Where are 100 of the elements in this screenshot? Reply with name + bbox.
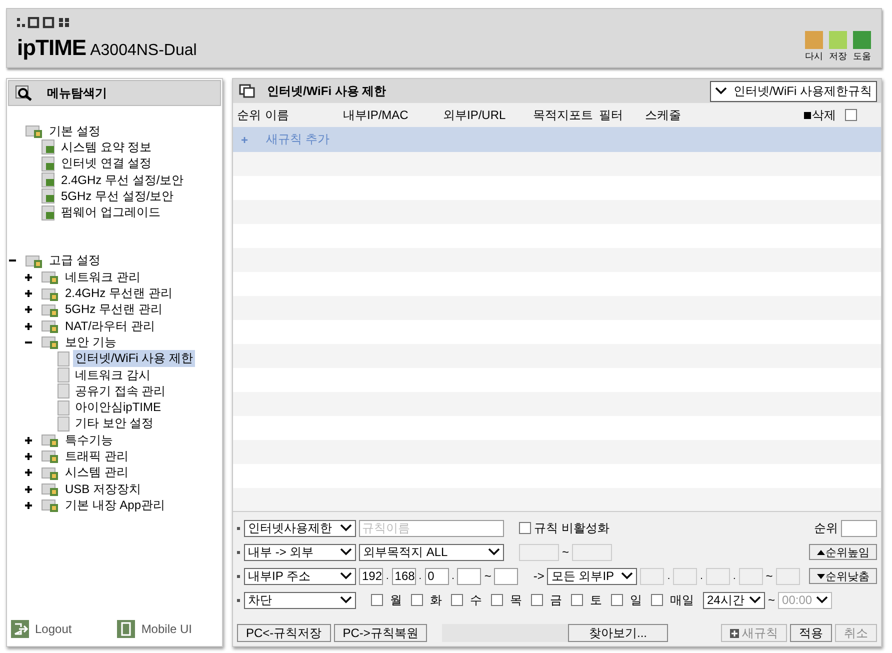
expand-icon[interactable]	[25, 452, 32, 460]
dropdown[interactable]: 모든 외부IP	[547, 568, 638, 584]
tree-item[interactable]: 특수기능	[63, 432, 115, 449]
logout-link[interactable]: Logout	[11, 620, 72, 638]
day-label: 일	[630, 592, 642, 608]
tree-item[interactable]: 네트워크 감시	[73, 366, 152, 384]
dropdown[interactable]: 내부IP 주소	[244, 568, 356, 584]
ip-octet-field[interactable]	[673, 568, 698, 584]
day-label: 수	[470, 592, 482, 608]
expand-icon[interactable]	[25, 322, 32, 330]
ip-octet-field[interactable]	[738, 568, 763, 584]
save-rules-button[interactable]: PC<-규칙저장	[237, 624, 331, 642]
ip-octet-field[interactable]: 192	[359, 568, 383, 584]
dropdown[interactable]: 차단	[244, 592, 356, 608]
expand-icon[interactable]	[25, 436, 32, 444]
tree-item[interactable]: 트래픽 관리	[63, 448, 130, 465]
ip-octet-field[interactable]	[776, 568, 800, 584]
ip-octet-field[interactable]: 0	[424, 568, 449, 584]
raise-priority-button[interactable]: 순위높임	[809, 544, 877, 560]
tree-item[interactable]: 시스템 요약 정보	[59, 138, 154, 156]
rule-name-field[interactable]: 규칙이름	[359, 520, 504, 536]
tree-item[interactable]: NAT/라우터 관리	[63, 318, 157, 335]
tree-item[interactable]: 네트워크 관리	[63, 268, 142, 286]
tree-item[interactable]: USB 저장장치	[63, 480, 144, 498]
page-icon	[41, 204, 57, 221]
expand-icon[interactable]	[25, 274, 32, 281]
checkbox[interactable]	[611, 594, 623, 606]
checkbox[interactable]	[651, 594, 663, 606]
tree-item[interactable]: 2.4GHz 무선 설정/보안	[59, 172, 186, 189]
range-separator: ~	[768, 593, 776, 607]
tree-item[interactable]: 공유기 접속 관리	[73, 382, 168, 400]
plus-icon	[730, 628, 739, 638]
tree-item[interactable]: 기타 보안 설정	[73, 415, 156, 432]
tree-item[interactable]: 2.4GHz 무선랜 관리	[63, 285, 174, 302]
folder-icon	[41, 318, 61, 334]
day-label: 토	[590, 592, 602, 608]
tree-item[interactable]: 펌웨어 업그레이드	[59, 204, 162, 222]
dropdown[interactable]: 24시간	[703, 592, 765, 608]
checkbox[interactable]	[491, 594, 503, 606]
delete-icon	[804, 112, 811, 118]
select-all-checkbox[interactable]	[845, 109, 857, 121]
sidebar-title: 메뉴탐색기	[47, 84, 107, 102]
day-label: 금	[550, 592, 562, 608]
ip-octet-field[interactable]	[640, 568, 664, 584]
column-header: 외부IP/URL	[443, 106, 507, 124]
checkbox[interactable]	[519, 522, 531, 534]
file-path-field[interactable]	[442, 624, 568, 642]
port-field[interactable]	[519, 544, 559, 560]
expand-icon[interactable]	[25, 502, 32, 509]
checkbox[interactable]	[451, 594, 463, 606]
restore-rules-button[interactable]: PC->규칙복원	[334, 624, 428, 642]
panel-title: 인터넷/WiFi 사용 제한	[267, 82, 388, 100]
tree-item[interactable]: 기본 내장 App관리	[63, 496, 168, 514]
checkbox[interactable]	[371, 594, 383, 606]
browse-button[interactable]: 찾아보기...	[568, 624, 668, 642]
priority-field[interactable]	[841, 520, 877, 536]
folder-icon	[41, 269, 61, 286]
page-icon	[57, 383, 71, 400]
dropdown[interactable]: 인터넷사용제한	[244, 520, 356, 536]
tree-item[interactable]: 기본 설정	[47, 122, 102, 140]
apply-button[interactable]: 적용	[790, 624, 832, 642]
folder-icon	[41, 464, 61, 481]
caret-icon	[749, 596, 761, 604]
day-label: 목	[510, 592, 522, 608]
expand-icon[interactable]	[25, 486, 32, 493]
folder-icon	[41, 448, 61, 464]
lower-priority-button[interactable]: 순위낮춤	[809, 568, 877, 584]
ip-octet-field[interactable]	[706, 568, 730, 584]
checkbox[interactable]	[411, 594, 423, 606]
ip-octet-field[interactable]	[457, 568, 482, 584]
folder-icon	[41, 497, 61, 514]
mobile-ui-link[interactable]: Mobile UI	[117, 620, 192, 638]
tree-item[interactable]: 고급 설정	[47, 252, 102, 270]
tree-item[interactable]: 보안 기능	[63, 334, 118, 351]
collapse-icon[interactable]	[25, 338, 32, 346]
folder-icon	[41, 286, 61, 302]
expand-icon[interactable]	[25, 306, 32, 314]
page-icon	[57, 350, 71, 367]
ip-octet-field[interactable]	[494, 568, 518, 584]
arrow-label: ->	[533, 569, 544, 583]
port-field[interactable]	[572, 544, 612, 560]
brand-logo: ipTIME	[17, 35, 86, 61]
tree-item[interactable]: 인터넷 연결 설정	[59, 155, 154, 172]
tree-item[interactable]: 시스템 관리	[63, 464, 130, 482]
tree-item[interactable]: 인터넷/WiFi 사용 제한	[73, 350, 195, 368]
tree-item[interactable]: 5GHz 무선랜 관리	[63, 301, 164, 318]
tree-item[interactable]: 아이안심ipTIME	[73, 399, 164, 416]
checkbox[interactable]	[531, 594, 543, 606]
logout-icon	[11, 620, 29, 638]
dropdown[interactable]: 외부목적지 ALL	[359, 544, 504, 560]
page-icon	[41, 172, 57, 188]
ip-octet-field[interactable]: 168	[392, 568, 416, 584]
rule-type-dropdown[interactable]: 인터넷/WiFi 사용제한규칙	[710, 80, 877, 102]
expand-icon[interactable]	[25, 290, 32, 298]
expand-icon[interactable]	[25, 469, 32, 476]
folder-icon	[41, 302, 61, 318]
tree-item[interactable]: 5GHz 무선 설정/보안	[59, 188, 176, 205]
collapse-icon[interactable]	[9, 257, 16, 264]
dropdown[interactable]: 내부 -> 외부	[244, 544, 356, 560]
checkbox[interactable]	[571, 594, 583, 606]
